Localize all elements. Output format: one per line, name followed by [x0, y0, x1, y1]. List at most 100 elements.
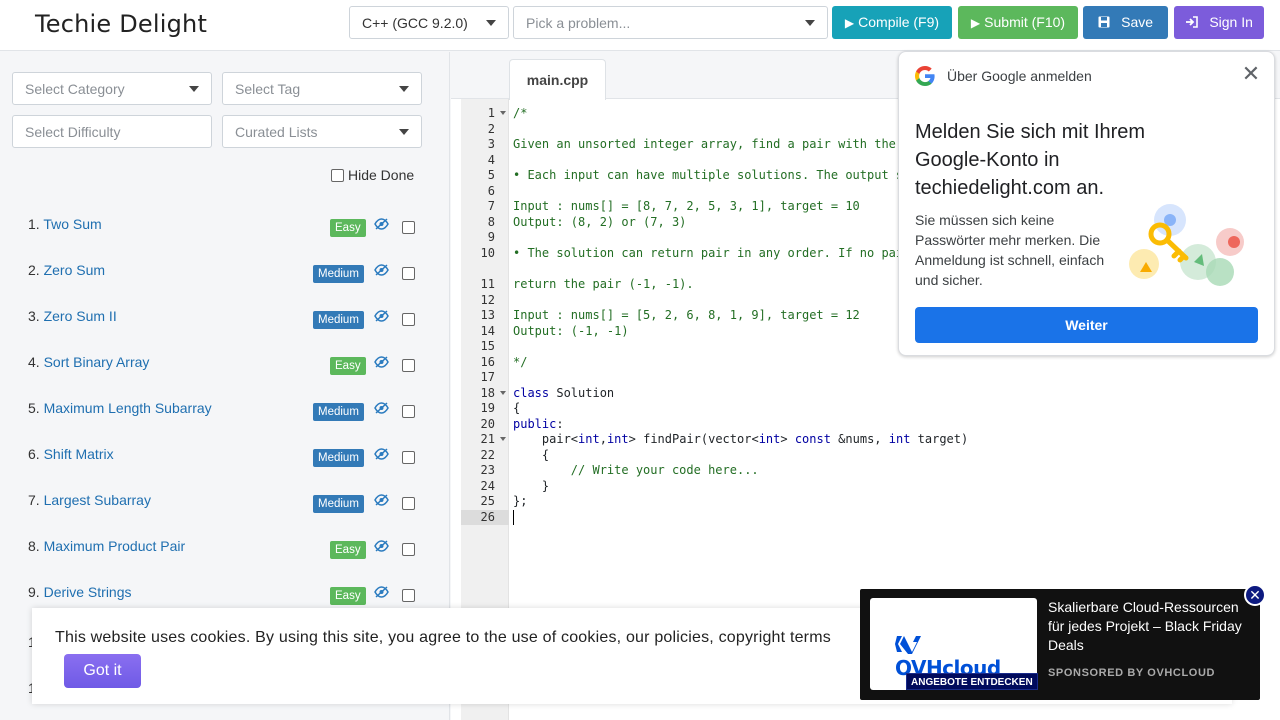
- eye-slash-icon[interactable]: [374, 540, 389, 555]
- list-item[interactable]: 9. Derive Strings Easy: [28, 584, 418, 608]
- code-line: };: [513, 494, 528, 508]
- signin-label: Sign In: [1209, 14, 1253, 30]
- list-item[interactable]: 3. Zero Sum II Medium: [28, 308, 418, 332]
- problem-title-link[interactable]: Maximum Product Pair: [44, 538, 186, 554]
- problem-number: 8.: [28, 538, 40, 554]
- fold-arrow-icon[interactable]: [500, 437, 506, 441]
- difficulty-badge: Easy: [330, 219, 366, 237]
- close-icon[interactable]: ✕: [1244, 584, 1266, 606]
- line-number: 6: [487, 183, 495, 198]
- eye-slash-icon[interactable]: [374, 218, 389, 233]
- code-line: {: [513, 401, 521, 415]
- problem-number: 2.: [28, 262, 40, 278]
- ovh-logo-icon: [895, 636, 921, 654]
- done-checkbox[interactable]: [402, 267, 415, 280]
- problem-title-link[interactable]: Zero Sum II: [44, 308, 117, 324]
- difficulty-badge: Medium: [313, 265, 364, 283]
- done-checkbox[interactable]: [402, 221, 415, 234]
- list-item[interactable]: 6. Shift Matrix Medium: [28, 446, 418, 470]
- problem-select[interactable]: Pick a problem...: [513, 6, 828, 39]
- eye-slash-icon[interactable]: [374, 402, 389, 417]
- problem-number: 5.: [28, 400, 40, 416]
- list-item[interactable]: 2. Zero Sum Medium: [28, 262, 418, 286]
- tag-placeholder: Select Tag: [235, 81, 301, 97]
- problem-title-link[interactable]: Zero Sum: [44, 262, 105, 278]
- line-number: 22: [480, 447, 495, 462]
- fold-arrow-icon[interactable]: [500, 390, 506, 395]
- done-checkbox[interactable]: [402, 313, 415, 326]
- done-checkbox[interactable]: [402, 589, 415, 602]
- list-item[interactable]: 1. Two Sum Easy: [28, 216, 418, 240]
- close-icon[interactable]: ✕: [1241, 63, 1261, 85]
- problem-number: 6.: [28, 446, 40, 462]
- ad-cta-button[interactable]: ANGEBOTE ENTDECKEN: [906, 673, 1038, 690]
- line-number: 23: [480, 463, 495, 477]
- category-select[interactable]: Select Category: [12, 72, 212, 105]
- problem-title-link[interactable]: Two Sum: [43, 216, 101, 232]
- problem-title-link[interactable]: Shift Matrix: [44, 446, 114, 462]
- problem-title-link[interactable]: Derive Strings: [44, 584, 132, 600]
- line-number: 12: [480, 292, 495, 307]
- list-item[interactable]: 7. Largest Subarray Medium: [28, 492, 418, 516]
- floppy-icon: [1098, 16, 1113, 30]
- save-button[interactable]: Save: [1083, 6, 1168, 39]
- cookie-accept-button[interactable]: Got it: [64, 654, 141, 688]
- list-item[interactable]: 8. Maximum Product Pair Easy: [28, 538, 418, 562]
- problem-title-link[interactable]: Sort Binary Array: [44, 354, 150, 370]
- line-number: 10: [480, 245, 495, 260]
- top-header: Techie Delight C++ (GCC 9.2.0) Pick a pr…: [0, 0, 1280, 51]
- problem-number: 4.: [28, 354, 40, 370]
- google-logo-icon: [915, 66, 935, 86]
- eye-slash-icon[interactable]: [374, 356, 389, 371]
- fold-arrow-icon[interactable]: [500, 111, 506, 115]
- hide-done-toggle[interactable]: Hide Done: [331, 167, 414, 183]
- play-icon: ▶: [844, 16, 855, 30]
- eye-slash-icon[interactable]: [374, 586, 389, 601]
- line-number: 14: [480, 323, 495, 338]
- code-line: [513, 509, 514, 525]
- code-line: Given an unsorted integer array, find a …: [513, 137, 911, 151]
- code-line: pair<int,int> findPair(vector<int> const…: [513, 432, 969, 446]
- chevron-down-icon: [399, 86, 409, 92]
- done-checkbox[interactable]: [402, 359, 415, 372]
- chevron-down-icon: [399, 129, 409, 135]
- curated-placeholder: Curated Lists: [235, 124, 318, 140]
- difficulty-select[interactable]: Select Difficulty: [12, 115, 212, 148]
- eye-slash-icon[interactable]: [374, 264, 389, 279]
- tab-main-cpp[interactable]: main.cpp: [509, 59, 606, 100]
- problem-title-link[interactable]: Largest Subarray: [44, 492, 151, 508]
- problem-title-link[interactable]: Maximum Length Subarray: [44, 400, 212, 416]
- tag-select[interactable]: Select Tag: [222, 72, 422, 105]
- eye-slash-icon[interactable]: [374, 494, 389, 509]
- line-number: 21: [461, 432, 509, 447]
- list-item[interactable]: 4. Sort Binary Array Easy: [28, 354, 418, 378]
- line-number: 15: [480, 339, 495, 353]
- eye-slash-icon[interactable]: [374, 310, 389, 325]
- done-checkbox[interactable]: [402, 497, 415, 510]
- done-checkbox[interactable]: [402, 543, 415, 556]
- curated-lists-select[interactable]: Curated Lists: [222, 115, 422, 148]
- done-checkbox[interactable]: [402, 451, 415, 464]
- difficulty-badge: Easy: [330, 587, 366, 605]
- compile-button[interactable]: ▶ Compile (F9): [832, 6, 952, 39]
- ad-image[interactable]: OVHcloud ANGEBOTE ENTDECKEN: [870, 598, 1038, 690]
- line-number: 5: [487, 168, 495, 182]
- eye-slash-icon[interactable]: [374, 448, 389, 463]
- list-item[interactable]: 5. Maximum Length Subarray Medium: [28, 400, 418, 424]
- done-checkbox[interactable]: [402, 405, 415, 418]
- language-select[interactable]: C++ (GCC 9.2.0): [349, 6, 509, 39]
- difficulty-placeholder: Select Difficulty: [25, 124, 121, 140]
- problem-number: 3.: [28, 308, 40, 324]
- submit-button[interactable]: ▶ Submit (F10): [958, 6, 1078, 39]
- line-number: 9: [487, 230, 495, 244]
- problem-number: 9.: [28, 584, 40, 600]
- ad-headline[interactable]: Skalierbare Cloud-Ressourcen für jedes P…: [1048, 598, 1258, 655]
- site-brand[interactable]: Techie Delight: [35, 10, 207, 38]
- popup-body: Sie müssen sich keine Passwörter mehr me…: [915, 212, 1105, 288]
- sponsored-ad[interactable]: OVHcloud ANGEBOTE ENTDECKEN Skalierbare …: [860, 584, 1266, 700]
- signin-button[interactable]: Sign In: [1174, 6, 1264, 39]
- hide-done-checkbox[interactable]: [331, 168, 344, 182]
- difficulty-badge: Medium: [313, 495, 364, 513]
- difficulty-badge: Medium: [313, 403, 364, 421]
- continue-button[interactable]: Weiter: [915, 307, 1258, 343]
